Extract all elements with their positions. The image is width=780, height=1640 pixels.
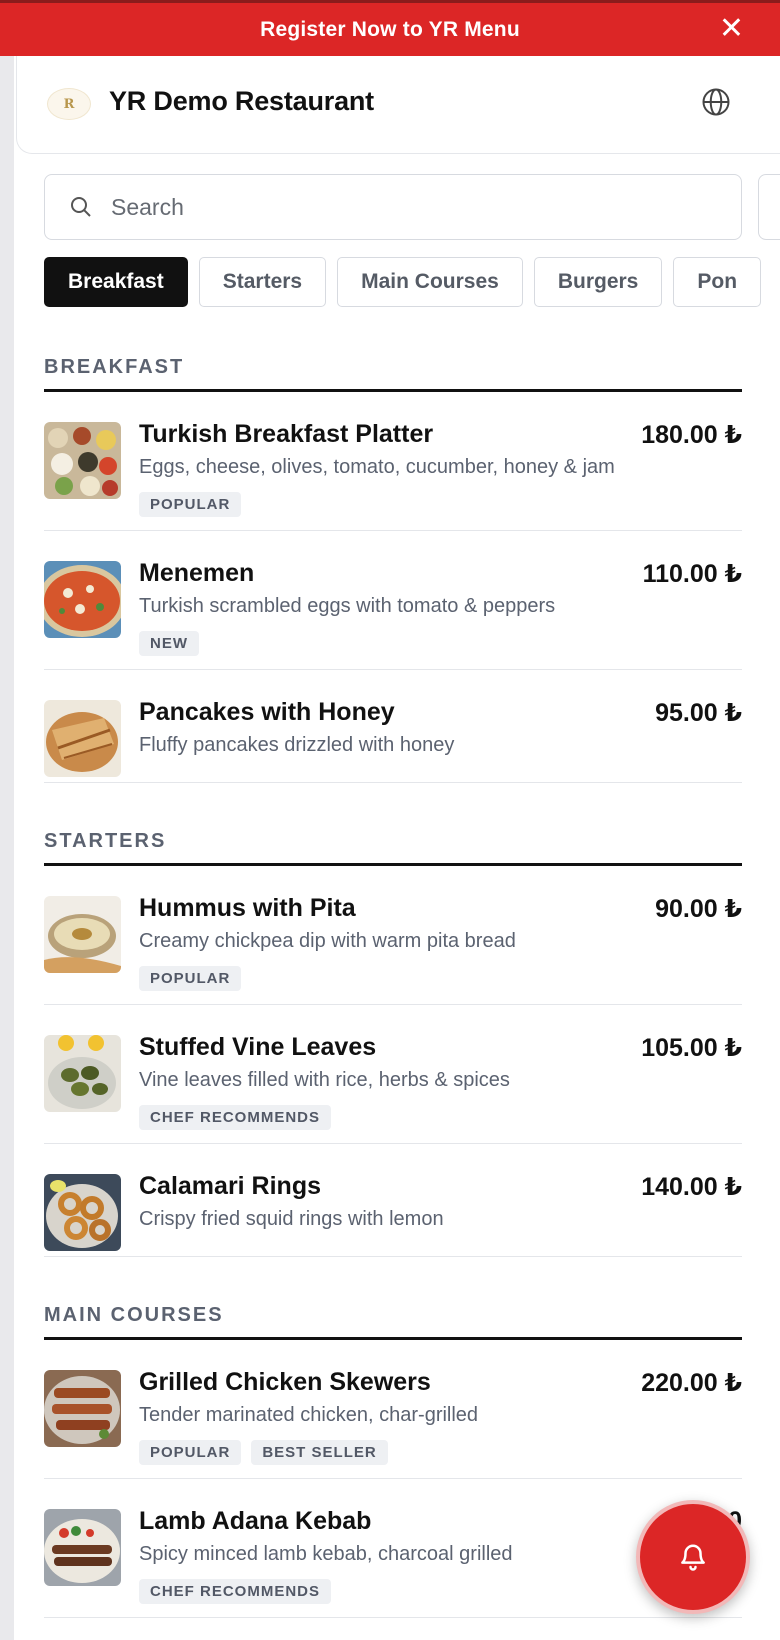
item-name: Turkish Breakfast Platter	[139, 420, 434, 448]
badge: POPULAR	[139, 1440, 242, 1465]
item-image	[44, 561, 121, 638]
tab-pon[interactable]: Pon	[673, 257, 762, 307]
close-icon[interactable]: ✕	[719, 14, 744, 44]
item-image	[44, 1174, 121, 1251]
item-name: Stuffed Vine Leaves	[139, 1033, 377, 1061]
section-breakfast: BREAKFAST Turkish Breakfast Platter 180.…	[44, 356, 742, 783]
tab-breakfast[interactable]: Breakfast	[44, 257, 188, 307]
item-image	[44, 700, 121, 777]
filter-button[interactable]	[758, 174, 780, 240]
item-name: Calamari Rings	[139, 1172, 322, 1200]
item-description: Eggs, cheese, olives, tomato, cucumber, …	[139, 456, 615, 478]
item-price: 90.00 ₺	[655, 895, 742, 923]
restaurant-logo: R	[47, 88, 91, 120]
badge: CHEF RECOMMENDS	[139, 1105, 332, 1130]
category-tabs: Breakfast Starters Main Courses Burgers …	[44, 257, 762, 307]
item-description: Vine leaves filled with rice, herbs & sp…	[139, 1069, 510, 1091]
menu-item[interactable]: Calamari Rings 140.00 ₺ Crispy fried squ…	[44, 1144, 742, 1257]
globe-icon[interactable]	[701, 87, 731, 117]
section-title: STARTERS	[44, 830, 742, 866]
tab-main-courses[interactable]: Main Courses	[337, 257, 523, 307]
item-name: Pancakes with Honey	[139, 698, 395, 726]
menu-item[interactable]: Pancakes with Honey 95.00 ₺ Fluffy panca…	[44, 670, 742, 783]
item-image	[44, 422, 121, 499]
section-title: BREAKFAST	[44, 356, 742, 392]
menu-item[interactable]: Turkish Breakfast Platter 180.00 ₺ Eggs,…	[44, 392, 742, 531]
item-description: Creamy chickpea dip with warm pita bread	[139, 930, 516, 952]
restaurant-title: YR Demo Restaurant	[109, 86, 374, 116]
item-price: 95.00 ₺	[655, 699, 742, 727]
section-starters: STARTERS Hummus with Pita 90.00 ₺ Creamy…	[44, 830, 742, 1257]
item-name: Menemen	[139, 559, 255, 587]
badge: POPULAR	[139, 492, 242, 517]
menu-item[interactable]: Grilled Chicken Skewers 220.00 ₺ Tender …	[44, 1340, 742, 1479]
notification-button[interactable]	[636, 1500, 750, 1614]
badge: NEW	[139, 631, 199, 656]
bell-icon	[681, 1544, 705, 1571]
tab-burgers[interactable]: Burgers	[533, 257, 663, 307]
item-price: 220.00 ₺	[641, 1369, 742, 1397]
banner-text[interactable]: Register Now to YR Menu	[260, 18, 520, 42]
menu-item[interactable]: Menemen 110.00 ₺ Turkish scrambled eggs …	[44, 531, 742, 670]
restaurant-header: R YR Demo Restaurant	[16, 56, 780, 154]
menu-page: R YR Demo Restaurant Breakfast Starters …	[14, 56, 780, 1640]
item-image	[44, 896, 121, 973]
badge: BEST SELLER	[251, 1440, 388, 1465]
item-description: Turkish scrambled eggs with tomato & pep…	[139, 595, 556, 617]
section-title: MAIN COURSES	[44, 1304, 742, 1340]
item-name: Hummus with Pita	[139, 894, 356, 922]
register-banner[interactable]: Register Now to YR Menu ✕	[0, 0, 780, 56]
item-description: Tender marinated chicken, char-grilled	[139, 1404, 479, 1426]
badge: POPULAR	[139, 966, 242, 991]
item-description: Spicy minced lamb kebab, charcoal grille…	[139, 1543, 513, 1565]
item-description: Crispy fried squid rings with lemon	[139, 1208, 444, 1230]
menu-item[interactable]: Hummus with Pita 90.00 ₺ Creamy chickpea…	[44, 866, 742, 1005]
search-input[interactable]	[111, 185, 711, 229]
item-price: 180.00 ₺	[641, 421, 742, 449]
item-price: 140.00 ₺	[641, 1173, 742, 1201]
item-name: Grilled Chicken Skewers	[139, 1368, 431, 1396]
tab-starters[interactable]: Starters	[198, 257, 327, 307]
menu-item[interactable]: Stuffed Vine Leaves 105.00 ₺ Vine leaves…	[44, 1005, 742, 1144]
item-price: 110.00 ₺	[642, 560, 742, 588]
item-price: 105.00 ₺	[641, 1034, 742, 1062]
item-image	[44, 1509, 121, 1586]
search-box[interactable]	[44, 174, 742, 240]
item-image	[44, 1370, 121, 1447]
badge: CHEF RECOMMENDS	[139, 1579, 332, 1604]
search-icon	[71, 197, 91, 217]
item-name: Lamb Adana Kebab	[139, 1507, 372, 1535]
item-image	[44, 1035, 121, 1112]
item-description: Fluffy pancakes drizzled with honey	[139, 734, 455, 756]
